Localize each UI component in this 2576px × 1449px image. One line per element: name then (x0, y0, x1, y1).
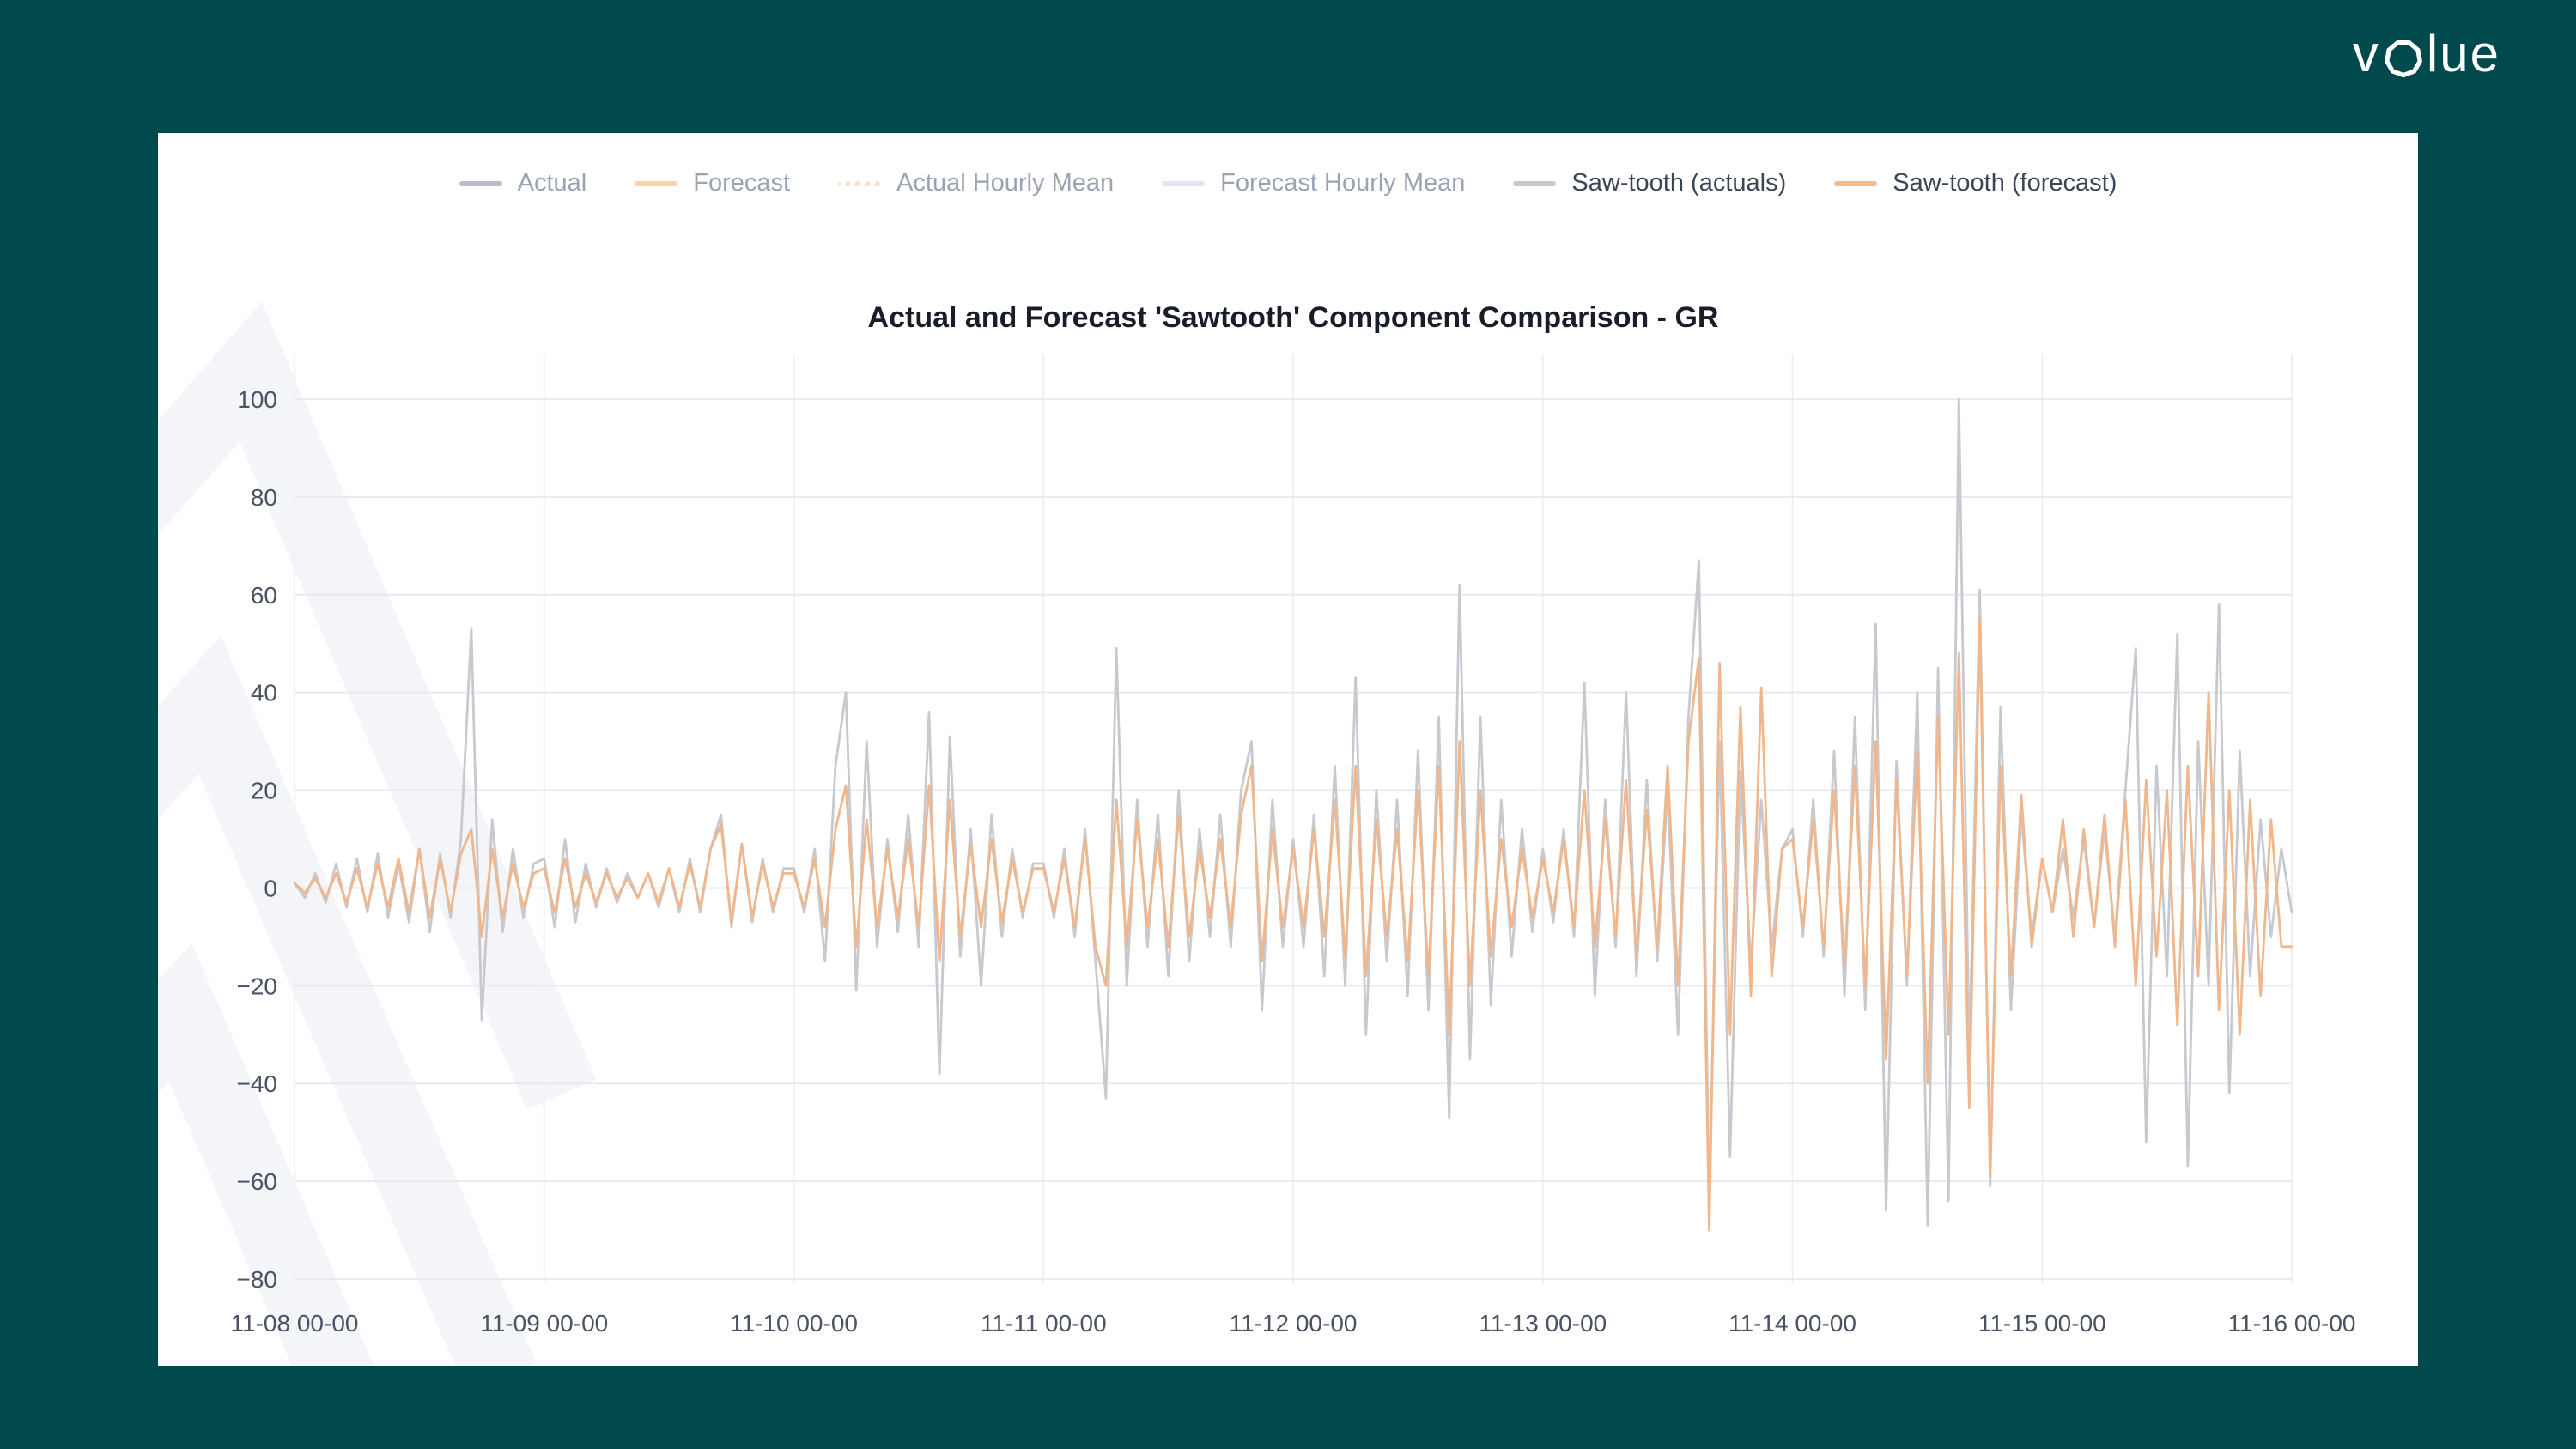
x-tick-label: 11-13 00-00 (1479, 1310, 1607, 1337)
x-tick-label: 11-10 00-00 (730, 1310, 858, 1337)
x-tick-label: 11-09 00-00 (480, 1310, 608, 1337)
legend-label: Saw-tooth (forecast) (1893, 171, 2117, 196)
legend-label: Actual (518, 171, 587, 196)
legend-line-swatch (838, 181, 881, 186)
legend-line-swatch (459, 181, 502, 186)
legend-item-actual[interactable]: Actual (459, 171, 587, 196)
y-tick-label: 100 (237, 386, 277, 413)
legend-item-forecast[interactable]: Forecast (635, 171, 790, 196)
y-tick-label: −60 (237, 1168, 278, 1195)
legend-label: Saw-tooth (actuals) (1571, 171, 1786, 196)
legend-label: Forecast (693, 171, 790, 196)
x-tick-label: 11-15 00-00 (1978, 1310, 2106, 1337)
y-tick-label: 40 (251, 680, 277, 706)
chart-card: 100 80 60 40 20 0 −20 −40 −60 −80 11-08 00-00 11-09… (158, 133, 2418, 1366)
volue-logo: v lue (2353, 24, 2500, 83)
legend-item-forecast-hourly-mean[interactable]: Forecast Hourly Mean (1162, 171, 1465, 196)
y-tick-label: −20 (237, 973, 278, 999)
volue-logo-letters-lue: lue (2427, 24, 2500, 83)
page: { "page": { "background_color": "#004a4e… (0, 0, 2576, 1449)
x-tick-label: 11-14 00-00 (1728, 1310, 1856, 1337)
legend-line-swatch (635, 181, 677, 186)
y-tick-label: 60 (251, 582, 277, 609)
y-tick-label: 80 (251, 484, 277, 511)
legend-label: Actual Hourly Mean (896, 171, 1114, 196)
volue-logo-letter-v: v (2353, 24, 2380, 83)
y-tick-label: −80 (237, 1266, 278, 1293)
legend-item-saw-tooth-forecast[interactable]: Saw-tooth (forecast) (1834, 171, 2117, 196)
legend-label: Forecast Hourly Mean (1220, 171, 1465, 196)
x-tick-label: 11-08 00-00 (231, 1310, 359, 1337)
x-tick-label: 11-11 00-00 (981, 1310, 1107, 1337)
chart-legend: Actual Forecast Actual Hourly Mean Forecast… (158, 171, 2418, 196)
legend-line-swatch (1162, 181, 1205, 186)
volue-logo-nonagon-o-icon (2384, 39, 2423, 78)
x-tick-label: 11-12 00-00 (1230, 1310, 1358, 1337)
y-tick-label: 20 (251, 778, 277, 804)
legend-line-swatch (1513, 181, 1556, 186)
y-tick-label: −40 (237, 1070, 278, 1097)
x-tick-label: 11-16 00-00 (2228, 1310, 2356, 1337)
legend-item-saw-tooth-actuals[interactable]: Saw-tooth (actuals) (1513, 171, 1786, 196)
legend-item-actual-hourly-mean[interactable]: Actual Hourly Mean (838, 171, 1114, 196)
y-tick-label: 0 (264, 875, 277, 901)
legend-line-swatch (1834, 181, 1877, 186)
chart-title: Actual and Forecast 'Sawtooth' Component… (295, 301, 2292, 335)
